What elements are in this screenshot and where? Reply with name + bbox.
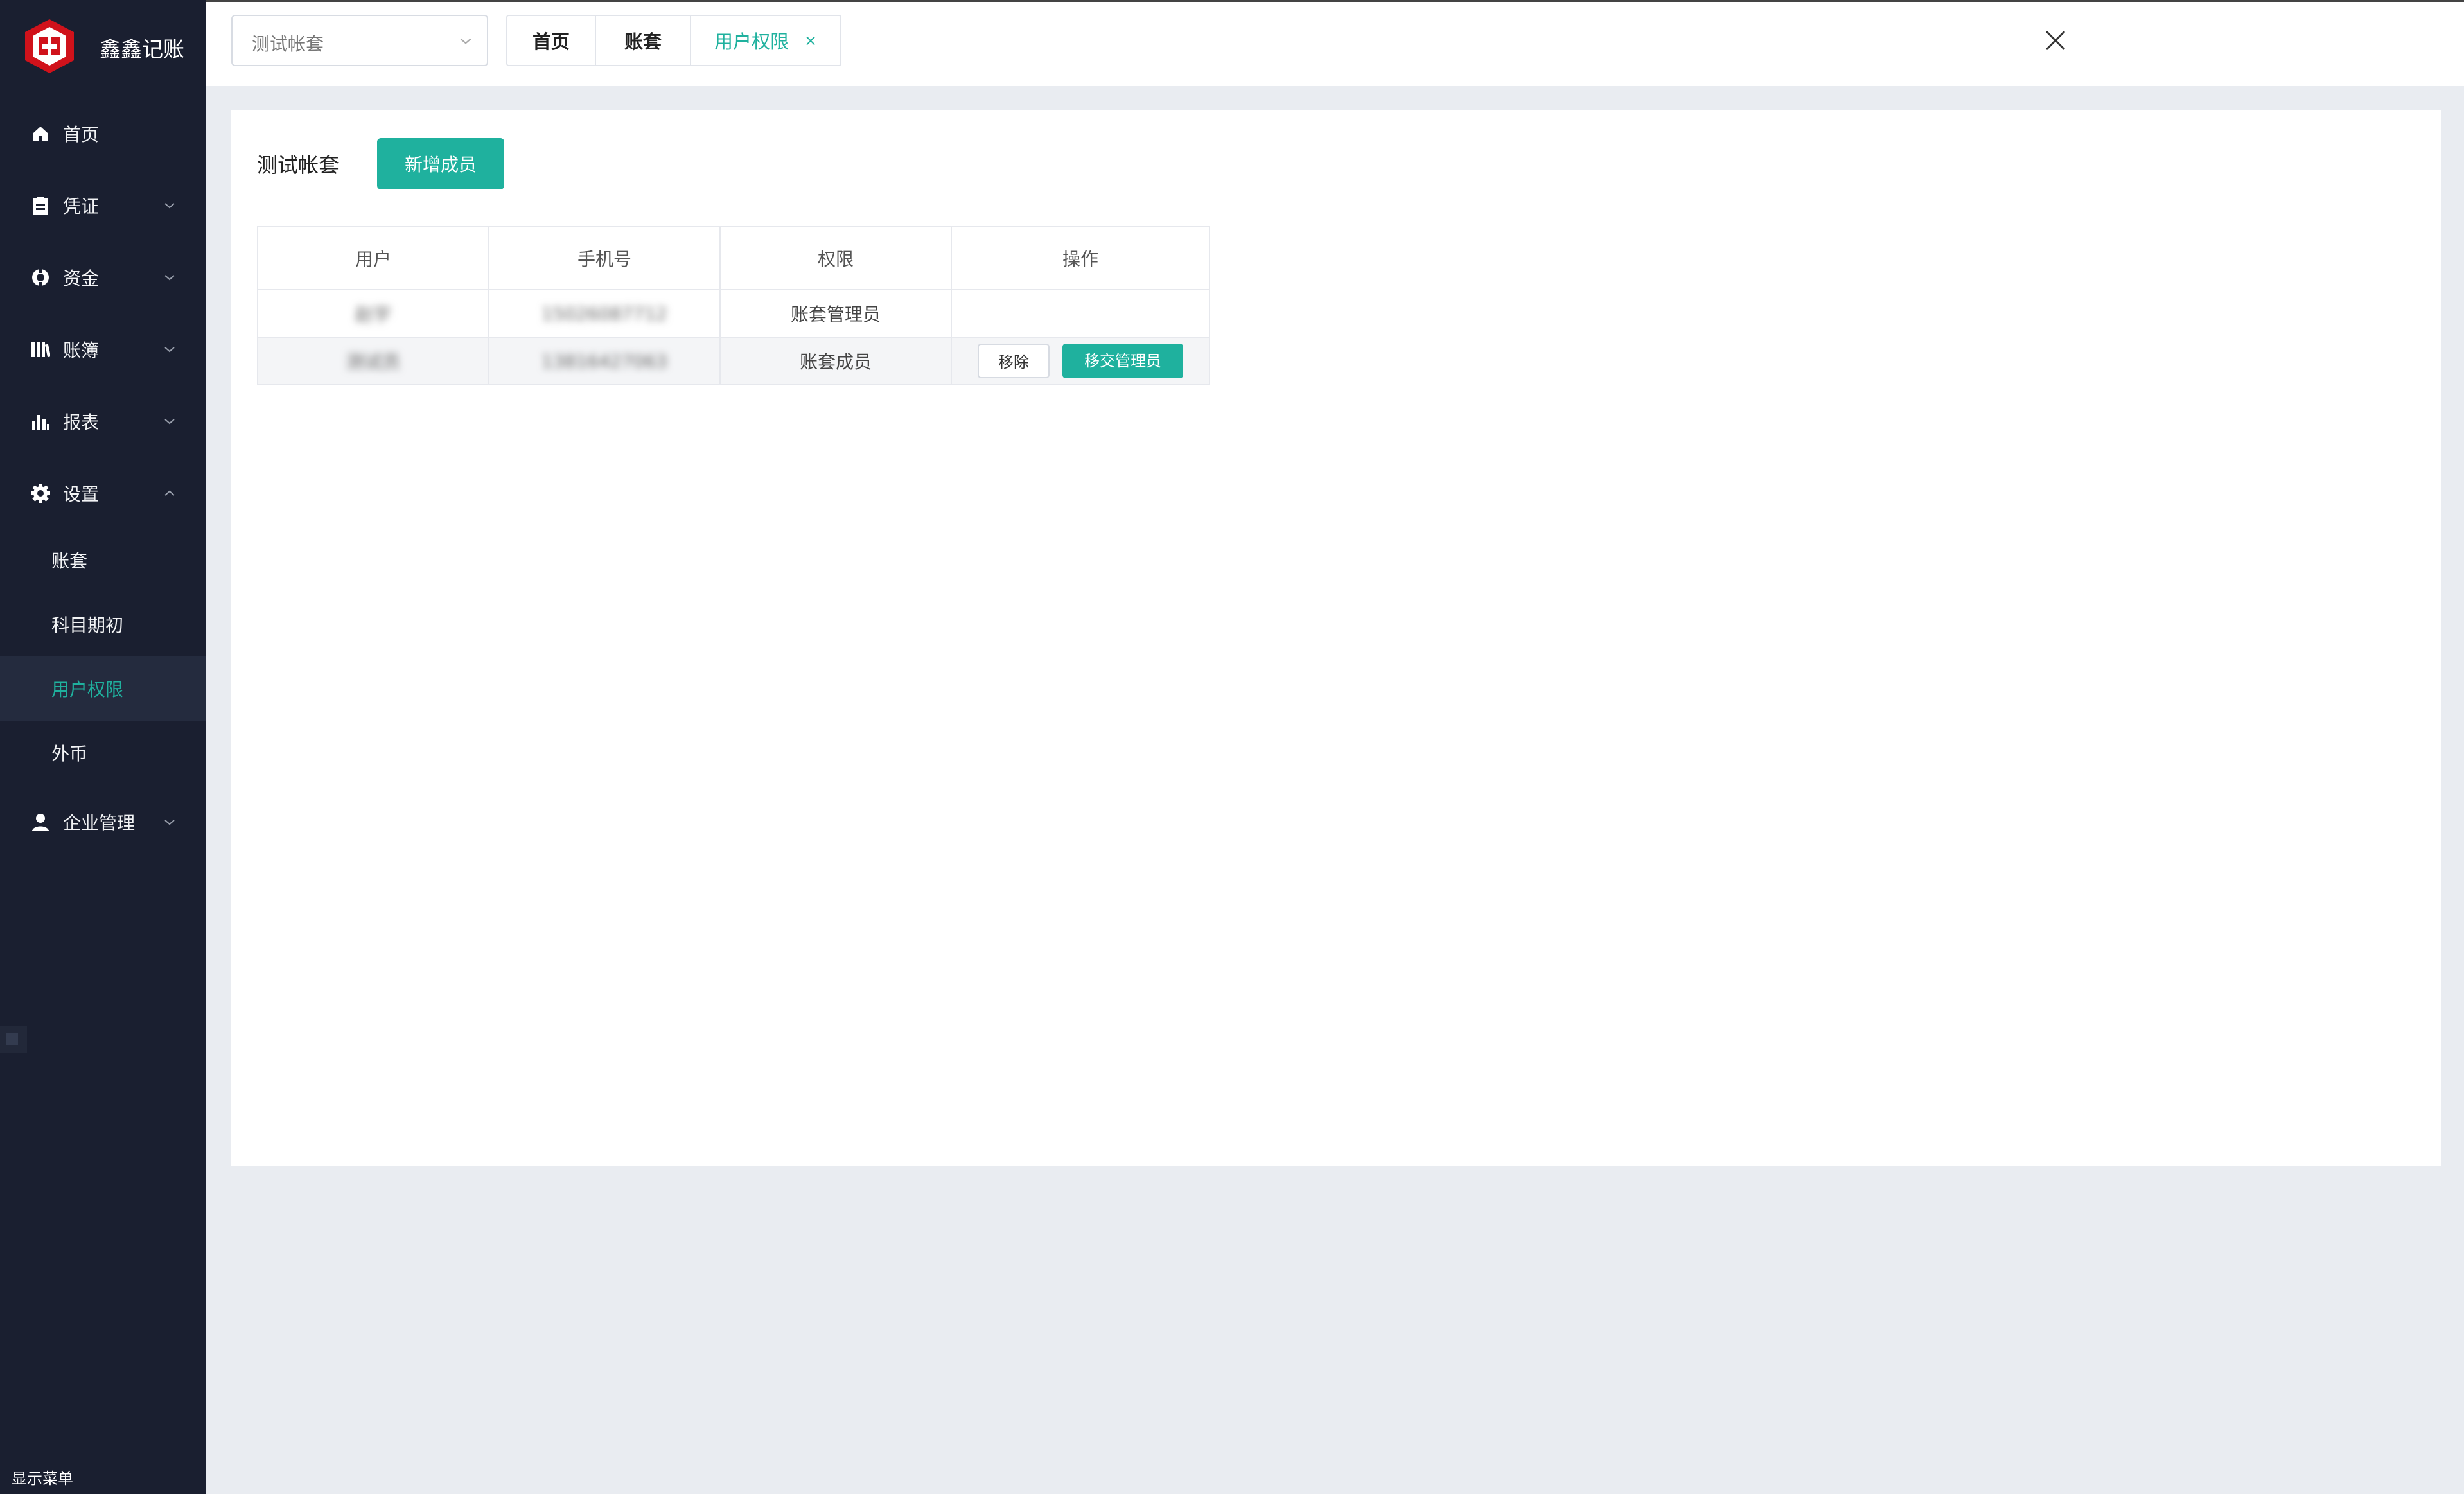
sidebar-subitem-user-permissions[interactable]: 用户权限 <box>0 656 206 721</box>
sidebar-item-label: 首页 <box>63 124 100 145</box>
home-icon <box>30 123 51 145</box>
bar-chart-icon <box>30 410 51 432</box>
sidebar-item-ledger[interactable]: 账簿 <box>0 317 206 382</box>
clipboard-icon <box>30 195 51 216</box>
sidebar-item-label: 资金 <box>63 268 100 289</box>
sidebar-item-label: 设置 <box>63 484 100 505</box>
members-table: 用户 手机号 权限 操作 赵宇 15026087712 账套管理员 测试员 13… <box>257 226 1210 385</box>
sidebar-subitem-label: 科目期初 <box>51 615 124 636</box>
transfer-admin-button[interactable]: 移交管理员 <box>1062 344 1183 378</box>
column-header-phone: 手机号 <box>488 226 721 290</box>
gear-icon <box>30 482 51 504</box>
chevron-down-icon <box>164 275 175 281</box>
sidebar-subitem-label: 账套 <box>51 550 88 572</box>
phone-number: 13816427063 <box>541 350 667 372</box>
sidebar-item-enterprise[interactable]: 企业管理 <box>0 790 206 854</box>
sidebar-subitem-label: 用户权限 <box>51 679 124 700</box>
cell-actions: 移除 移交管理员 <box>951 337 1210 385</box>
page-tabs: 首页 账套 用户权限 × <box>506 15 841 66</box>
user-name: 赵宇 <box>355 304 391 325</box>
column-header-role: 权限 <box>719 226 952 290</box>
app-name: 鑫鑫记账 <box>100 37 184 62</box>
sidebar-item-label: 账簿 <box>63 340 100 361</box>
handle-icon <box>6 1033 18 1045</box>
sidebar-item-label: 企业管理 <box>63 813 136 834</box>
sidebar-item-home[interactable]: 首页 <box>0 101 206 166</box>
add-member-button[interactable]: 新增成员 <box>377 138 504 189</box>
sidebar-subitem-opening-balances[interactable]: 科目期初 <box>0 592 206 656</box>
book-icon <box>30 338 51 360</box>
sidebar-item-label: 凭证 <box>63 196 100 217</box>
user-icon <box>30 811 51 833</box>
sidebar-item-funds[interactable]: 资金 <box>0 245 206 310</box>
tab-books[interactable]: 账套 <box>596 16 691 65</box>
sidebar-collapse-handle[interactable] <box>0 1026 27 1053</box>
cell-role: 账套管理员 <box>719 289 952 338</box>
cell-actions <box>951 289 1210 338</box>
tab-user-permissions[interactable]: 用户权限 × <box>691 16 840 65</box>
coin-icon <box>30 267 51 288</box>
sidebar: 鑫鑫记账 首页 凭证 资金 账簿 报表 设置 账套 科目期初 用户权限 外币 企… <box>0 0 206 1494</box>
chevron-down-icon <box>460 38 471 44</box>
chevron-down-icon <box>164 203 175 209</box>
show-menu-link[interactable]: 显示菜单 <box>12 1466 73 1488</box>
table-header-row: 用户 手机号 权限 操作 <box>257 226 1210 290</box>
book-select[interactable]: 测试帐套 <box>231 15 488 66</box>
remove-member-button[interactable]: 移除 <box>978 344 1050 378</box>
chevron-up-icon <box>164 490 175 496</box>
cell-phone: 15026087712 <box>488 289 721 338</box>
page-title: 测试帐套 <box>257 153 340 177</box>
cell-role: 账套成员 <box>719 337 952 385</box>
brand[interactable]: 鑫鑫记账 <box>0 0 206 96</box>
tab-label: 首页 <box>532 31 570 53</box>
close-icon[interactable] <box>2043 28 2068 53</box>
tab-home[interactable]: 首页 <box>507 16 596 65</box>
app-logo-icon <box>25 19 74 73</box>
sidebar-item-voucher[interactable]: 凭证 <box>0 173 206 238</box>
book-select-value: 测试帐套 <box>252 33 324 55</box>
tab-label: 账套 <box>624 31 662 53</box>
chevron-down-icon <box>164 419 175 425</box>
topbar: 测试帐套 首页 账套 用户权限 × 赵宇 <box>206 0 2464 86</box>
main-panel: 测试帐套 新增成员 用户 手机号 权限 操作 赵宇 15026087712 账套… <box>231 110 2441 1166</box>
sidebar-item-label: 报表 <box>63 412 100 433</box>
table-row: 测试员 13816427063 账套成员 移除 移交管理员 <box>257 337 1210 385</box>
table-row: 赵宇 15026087712 账套管理员 <box>257 289 1210 338</box>
chevron-down-icon <box>164 820 175 825</box>
column-header-user: 用户 <box>257 226 489 290</box>
sidebar-item-settings[interactable]: 设置 <box>0 461 206 525</box>
phone-number: 15026087712 <box>541 303 667 324</box>
cell-phone: 13816427063 <box>488 337 721 385</box>
cell-user: 赵宇 <box>257 289 489 338</box>
tab-label: 用户权限 <box>714 31 789 53</box>
sidebar-item-reports[interactable]: 报表 <box>0 389 206 453</box>
column-header-actions: 操作 <box>951 226 1210 290</box>
chevron-down-icon <box>164 347 175 353</box>
tab-close-icon[interactable]: × <box>804 31 817 49</box>
sidebar-subitem-books[interactable]: 账套 <box>0 528 206 592</box>
sidebar-subitem-foreign-currency[interactable]: 外币 <box>0 721 206 785</box>
sidebar-subitem-label: 外币 <box>51 743 88 764</box>
user-name: 测试员 <box>346 351 400 373</box>
cell-user: 测试员 <box>257 337 489 385</box>
